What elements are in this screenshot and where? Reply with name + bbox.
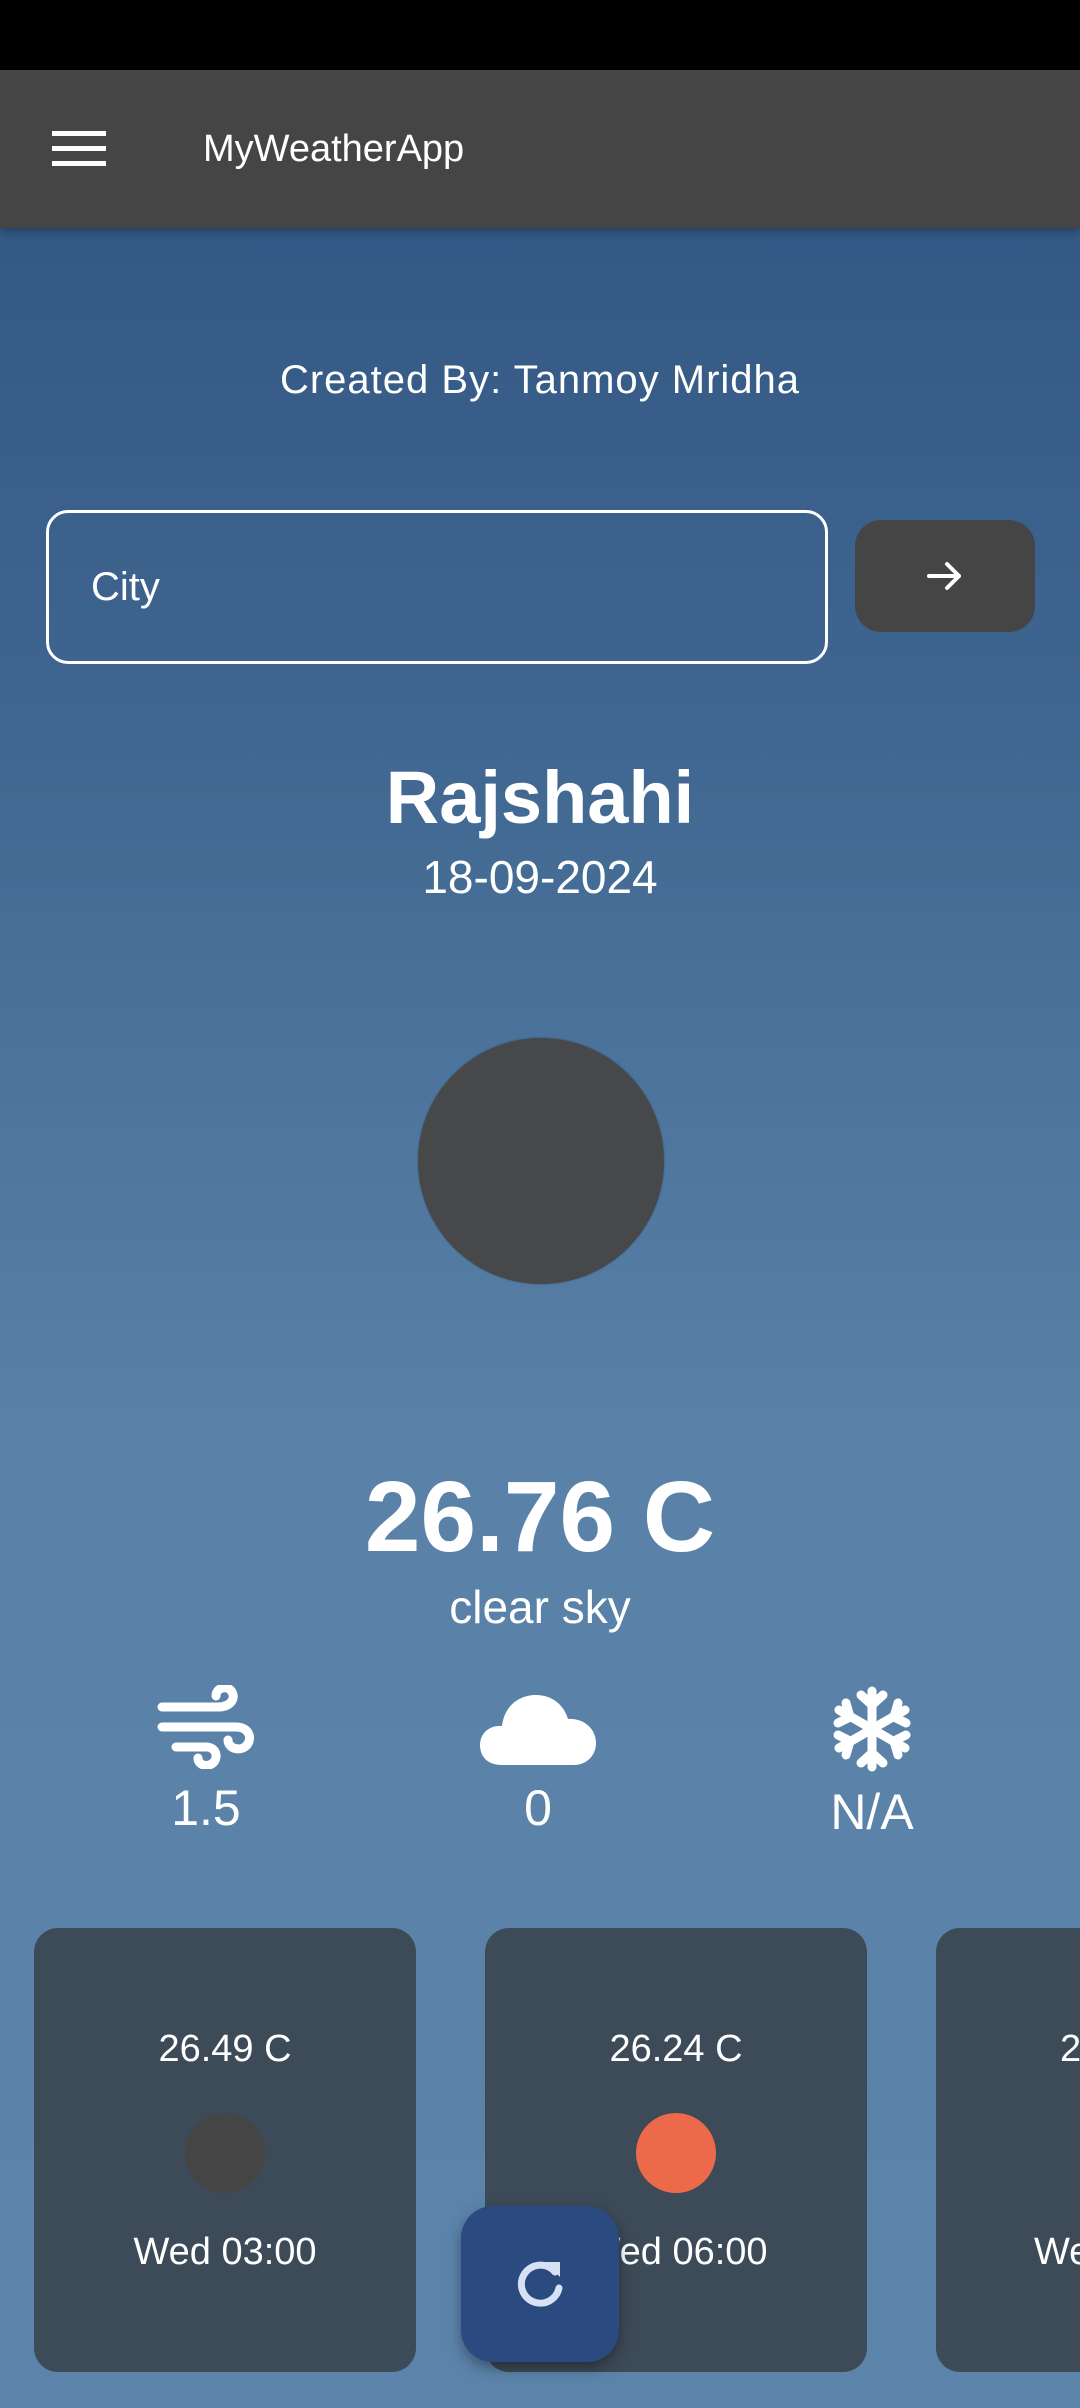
weather-screen: MyWeatherApp Created By: Tanmoy Mridha R…	[0, 0, 1080, 2408]
wind-speed-value: 1.5	[171, 1780, 241, 1836]
forecast-time: Wed 03:00	[133, 2231, 317, 2273]
city-search-input[interactable]	[46, 510, 828, 664]
credit-text: Created By: Tanmoy Mridha	[279, 358, 801, 402]
forecast-weather-icon	[185, 2113, 265, 2193]
forecast-sun-icon	[636, 2113, 716, 2193]
status-bar	[0, 0, 1080, 70]
app-bar: MyWeatherApp	[0, 70, 1080, 228]
hamburger-menu-icon	[52, 131, 106, 166]
forecast-time: We	[1034, 2231, 1080, 2273]
cloudiness-value: 0	[524, 1780, 552, 1836]
wind-stat: 1.5	[96, 1685, 316, 1837]
refresh-button[interactable]	[461, 2206, 619, 2362]
weather-condition: clear sky	[449, 1581, 631, 1633]
forecast-temperature: 26.24 C	[609, 2028, 743, 2070]
cloud-stat: 0	[428, 1685, 648, 1837]
forecast-card[interactable]: 26.49 C Wed 03:00	[34, 1928, 416, 2372]
city-name: Rajshahi	[385, 756, 695, 839]
arrow-right-icon	[927, 562, 961, 590]
search-submit-button[interactable]	[855, 520, 1035, 632]
refresh-icon	[517, 2261, 563, 2307]
snow-stat: N/A	[762, 1685, 982, 1841]
snowflake-icon	[833, 1686, 911, 1772]
forecast-temperature: 2	[1060, 2028, 1080, 2070]
snow-value: N/A	[830, 1784, 914, 1840]
forecast-temperature: 26.49 C	[158, 2028, 292, 2070]
current-temperature: 26.76 C	[364, 1461, 716, 1573]
current-date: 18-09-2024	[422, 851, 658, 903]
current-weather-icon	[418, 1038, 664, 1284]
menu-button[interactable]	[30, 100, 128, 198]
forecast-card[interactable]: 2 We	[936, 1928, 1080, 2372]
app-title: MyWeatherApp	[203, 128, 465, 170]
wind-icon	[157, 1685, 254, 1769]
cloud-icon	[480, 1695, 596, 1765]
